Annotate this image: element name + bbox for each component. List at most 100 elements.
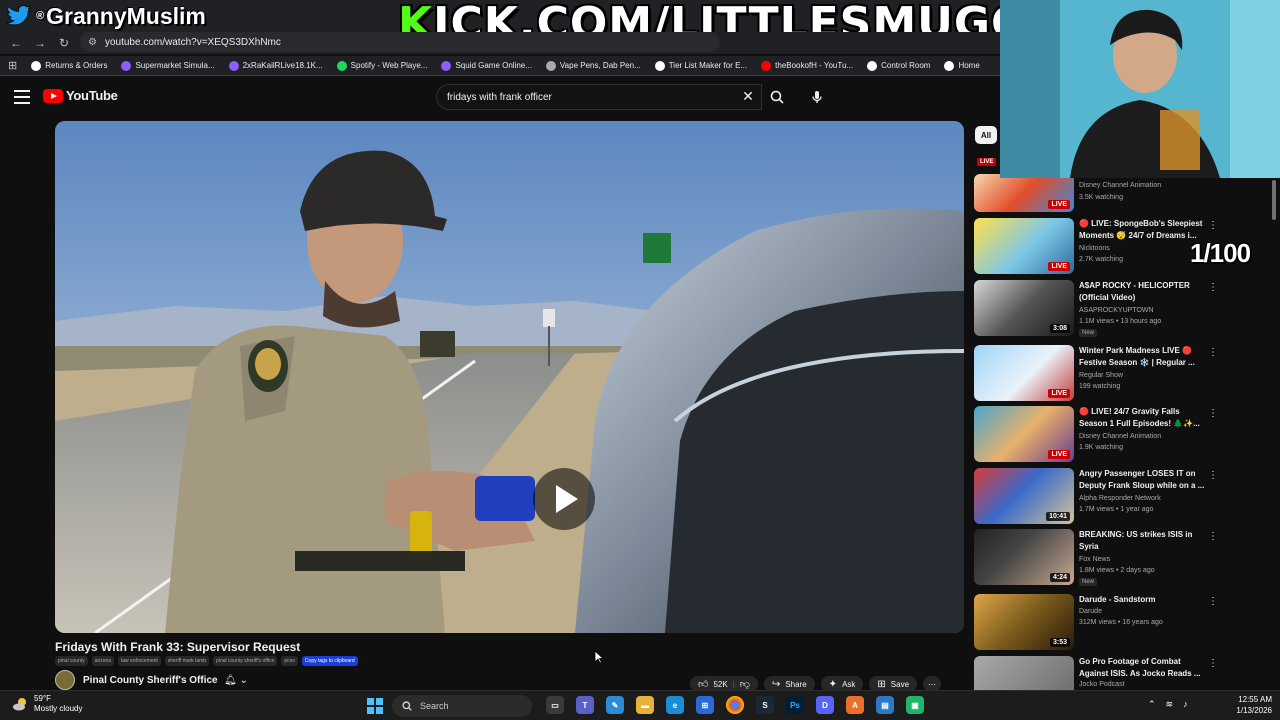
bookmark-item[interactable]: theBookofH - YouTu... xyxy=(761,60,853,71)
channel-name: ASAPROCKYUPTOWN xyxy=(1079,307,1154,314)
channel-name: Disney Channel Animation xyxy=(1079,433,1162,440)
discord-icon[interactable]: D xyxy=(816,696,834,714)
video-title: BREAKING: US strikes ISIS in Syria xyxy=(1079,530,1193,551)
site-info-icon[interactable]: ⚙ xyxy=(88,37,97,48)
video-tag[interactable]: arizona xyxy=(91,656,115,666)
video-tag[interactable]: sheriff mark lamb xyxy=(164,656,210,666)
video-thumbnail: LIVE xyxy=(974,218,1074,274)
taskbar: 59°F Mostly cloudy Search ▭ T ✎ ▬ e ⊞ S P… xyxy=(0,690,1280,720)
sparkle-icon: ✦ xyxy=(828,678,838,690)
video-title: A$AP ROCKY - HELICOPTER (Official Video) xyxy=(1079,281,1190,302)
recommendation-item[interactable]: LIVE 🔴 LIVE! 24/7 Gravity Falls Season 1… xyxy=(974,406,1274,466)
chevron-up-icon[interactable]: ⌃ xyxy=(1148,699,1156,710)
apps-grid-icon[interactable]: ⊞ xyxy=(8,59,17,72)
copy-tags-button[interactable]: Copy tags to clipboard xyxy=(301,656,358,666)
more-options-icon[interactable]: ⋮ xyxy=(1208,347,1218,358)
channel-avatar[interactable] xyxy=(55,670,75,690)
teams-icon[interactable]: T xyxy=(576,696,594,714)
recommendation-item[interactable]: Go Pro Footage of Combat Against ISIS. A… xyxy=(974,656,1274,690)
weather-widget[interactable]: 59°F Mostly cloudy xyxy=(12,694,82,714)
save-playlist-icon: ⊞ xyxy=(877,678,886,690)
bookmark-item[interactable]: Supermarket Simula... xyxy=(121,60,215,71)
video-title: Winter Park Madness LIVE 🔴 Festive Seaso… xyxy=(1079,346,1195,367)
duration-badge: LIVE xyxy=(1048,262,1070,271)
bookmark-item[interactable]: Control Room xyxy=(867,60,930,71)
reload-icon[interactable]: ↻ xyxy=(52,33,76,53)
more-options-icon[interactable]: ⋮ xyxy=(1208,531,1218,542)
voice-search-button[interactable] xyxy=(804,84,830,110)
more-options-icon[interactable]: ⋮ xyxy=(1208,408,1218,419)
streamer-webcam xyxy=(1000,0,1280,178)
sidebar-scrollbar[interactable] xyxy=(1272,180,1276,220)
address-bar[interactable]: ⚙ youtube.com/watch?v=XEQS3DXhNmc xyxy=(80,32,720,52)
filter-chip-all[interactable]: All xyxy=(975,126,997,144)
photoshop-icon[interactable]: Ps xyxy=(786,696,804,714)
recommendation-item[interactable]: 3:08 A$AP ROCKY - HELICOPTER (Official V… xyxy=(974,280,1274,340)
taskbar-search[interactable]: Search xyxy=(392,695,532,717)
copilot-icon[interactable]: ✎ xyxy=(606,696,624,714)
bookmark-item[interactable]: Vape Pens, Dab Pen... xyxy=(545,60,641,71)
recommendation-item[interactable]: 4:24 BREAKING: US strikes ISIS in Syria … xyxy=(974,529,1274,589)
app-icon[interactable]: A xyxy=(846,696,864,714)
weather-desc: Mostly cloudy xyxy=(34,704,83,713)
forward-arrow-icon[interactable]: → xyxy=(28,33,52,53)
recommendation-item[interactable]: 10:41 Angry Passenger LOSES IT on Deputy… xyxy=(974,468,1274,528)
notification-bell-button[interactable]: 🔔︎ ⌄ xyxy=(224,675,264,689)
bookmark-item[interactable]: Returns & Orders xyxy=(31,60,107,71)
clear-search-icon[interactable]: ✕ xyxy=(740,88,756,106)
bookmark-item[interactable]: Squid Game Online... xyxy=(441,60,532,71)
edge-icon[interactable]: e xyxy=(666,696,684,714)
new-badge: New xyxy=(1079,329,1098,337)
video-thumbnail: LIVE xyxy=(974,406,1074,462)
more-options-icon[interactable]: ⋮ xyxy=(1208,220,1218,231)
thumbs-down-icon[interactable]: 👎︎ xyxy=(740,678,750,690)
search-query-text: fridays with frank officer xyxy=(447,91,552,103)
more-options-icon[interactable]: ⋮ xyxy=(1208,282,1218,293)
start-button[interactable] xyxy=(367,698,383,714)
wifi-icon[interactable]: ≋ xyxy=(1166,699,1174,710)
channel-name: Darude xyxy=(1079,608,1102,615)
file-explorer-icon[interactable]: ▬ xyxy=(636,696,654,714)
duration-badge: 3:08 xyxy=(1049,324,1070,333)
video-tag[interactable]: pinal county xyxy=(55,656,88,666)
store-icon[interactable]: ⊞ xyxy=(696,696,714,714)
recommendation-item[interactable]: 3:53 Darude - Sandstorm Darude 312M view… xyxy=(974,594,1274,654)
video-title: Fridays With Frank 33: Supervisor Reques… xyxy=(55,640,301,654)
recommendation-item[interactable]: LIVE Winter Park Madness LIVE 🔴 Festive … xyxy=(974,345,1274,405)
search-button[interactable] xyxy=(762,84,792,110)
video-player[interactable] xyxy=(55,121,964,633)
chrome-icon[interactable] xyxy=(726,696,744,714)
bookmarks-bar: ⊞ Returns & Orders Supermarket Simula...… xyxy=(0,56,1000,76)
video-tag[interactable]: pinal county sheriff's office xyxy=(213,656,278,666)
video-thumbnail: LIVE xyxy=(974,345,1074,401)
system-clock[interactable]: 12:55 AM 1/13/2026 xyxy=(1222,694,1272,716)
app-icon[interactable]: ▤ xyxy=(876,696,894,714)
more-options-icon[interactable]: ⋮ xyxy=(1208,596,1218,607)
menu-hamburger-icon[interactable] xyxy=(14,90,30,104)
stream-counter: 1/100 xyxy=(1190,238,1251,268)
video-title: Angry Passenger LOSES IT on Deputy Frank… xyxy=(1079,469,1205,490)
youtube-logo[interactable]: YouTube xyxy=(43,88,118,103)
channel-name: Jocko Podcast xyxy=(1079,681,1125,688)
search-icon xyxy=(770,90,784,104)
app-icon[interactable]: ▣ xyxy=(906,696,924,714)
duration-badge: 10:41 xyxy=(1046,512,1070,521)
task-view-icon[interactable]: ▭ xyxy=(546,696,564,714)
channel-name[interactable]: Pinal County Sheriff's Office xyxy=(83,675,218,686)
youtube-logo-text: YouTube xyxy=(66,88,118,103)
steam-icon[interactable]: S xyxy=(756,696,774,714)
bookmark-item[interactable]: 2xRaKailRLive18.1K... xyxy=(228,60,323,71)
video-tag[interactable]: law enforcement xyxy=(118,656,161,666)
bookmark-item[interactable]: Home xyxy=(944,60,980,71)
bell-icon: 🔔︎ xyxy=(224,675,237,686)
bookmark-item[interactable]: Spotify - Web Playe... xyxy=(336,60,427,71)
bookmark-item[interactable]: Tier List Maker for E... xyxy=(654,60,747,71)
more-options-icon[interactable]: ⋮ xyxy=(1208,470,1218,481)
duration-badge: LIVE xyxy=(1048,389,1070,398)
more-options-icon[interactable]: ⋮ xyxy=(1208,658,1218,669)
back-arrow-icon[interactable]: ← xyxy=(4,33,28,53)
play-button[interactable] xyxy=(533,468,595,530)
video-tag[interactable]: pcso xyxy=(281,656,298,666)
search-input[interactable]: fridays with frank officer xyxy=(436,84,762,110)
volume-icon[interactable]: ♪ xyxy=(1183,699,1188,710)
